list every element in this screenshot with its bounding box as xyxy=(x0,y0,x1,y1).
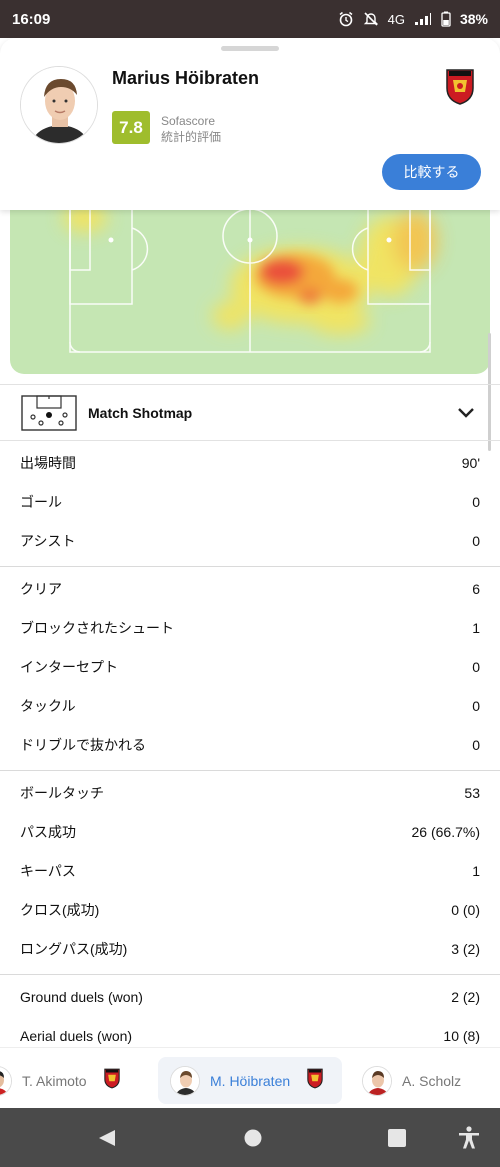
stat-label: ロングパス(成功) xyxy=(20,940,128,957)
rating-subtitle: 統計的評価 xyxy=(161,130,222,144)
stat-row: タックル 0 xyxy=(0,686,500,725)
stat-row: ボールタッチ 53 xyxy=(0,773,500,812)
heatmap xyxy=(10,196,490,374)
network-type: 4G xyxy=(387,11,405,27)
status-bar: 16:09 4G 38% xyxy=(0,0,500,38)
player-tab-akimoto[interactable]: T. Akimoto xyxy=(0,1057,121,1104)
player-tab-hoibraten[interactable]: M. Höibraten xyxy=(158,1057,342,1104)
stat-row: インターセプト 0 xyxy=(0,647,500,686)
stat-row: ロングパス(成功) 3 (2) xyxy=(0,929,500,968)
stat-label: アシスト xyxy=(20,532,76,549)
compare-button[interactable]: 比較する xyxy=(382,154,481,190)
stat-label: クリア xyxy=(20,580,62,597)
status-time: 16:09 xyxy=(12,10,51,28)
stat-row: アシスト 0 xyxy=(0,521,500,560)
stat-value: 1 xyxy=(472,862,480,879)
stat-row: クリア 6 xyxy=(0,569,500,608)
shotmap-title: Match Shotmap xyxy=(88,405,193,421)
club-badge xyxy=(103,1067,121,1094)
rating-badge: 7.8 xyxy=(112,111,150,144)
stat-value: 90' xyxy=(461,454,480,471)
rating-source: Sofascore xyxy=(161,114,216,128)
stat-value: 0 xyxy=(472,736,480,753)
avatar xyxy=(0,1065,12,1096)
stat-label: キーパス xyxy=(20,862,76,879)
stat-value: 0 xyxy=(472,493,480,510)
stat-row: パス成功 26 (66.7%) xyxy=(0,812,500,851)
battery-percent: 38% xyxy=(459,11,488,27)
stat-group: ボールタッチ 53 パス成功 26 (66.7%) キーパス 1 クロス(成功) 0 (0) ロ… xyxy=(0,771,500,975)
player-tab-bar: T. Akimoto M. Höibraten A. Scholz xyxy=(0,1047,500,1108)
stat-value: 26 (66.7%) xyxy=(411,823,480,840)
stat-value: 53 xyxy=(464,784,480,801)
stat-label: インターセプト xyxy=(20,658,118,675)
stat-label: ドリブルで抜かれる xyxy=(20,736,146,753)
recents-icon[interactable] xyxy=(388,1129,406,1147)
stat-row: 出場時間 90' xyxy=(0,443,500,482)
player-name: Marius Höibraten xyxy=(112,68,260,88)
back-icon[interactable] xyxy=(97,1128,117,1148)
club-badge[interactable] xyxy=(444,66,476,111)
chevron-down-icon[interactable] xyxy=(457,406,475,425)
player-header: Marius Höibraten 7.8 Sofascore 統計的評価 比較す… xyxy=(0,38,500,210)
stat-group: クリア 6 ブロックされたシュート 1 インターセプト 0 タックル 0 ドリブルで抜かれる 0 xyxy=(0,567,500,771)
stat-value: 2 (2) xyxy=(451,988,480,1005)
player-tab-scholz[interactable]: A. Scholz xyxy=(362,1057,461,1104)
stat-value: 3 (2) xyxy=(451,940,480,957)
stat-row: クロス(成功) 0 (0) xyxy=(0,890,500,929)
stat-group: 出場時間 90' ゴール 0 アシスト 0 xyxy=(0,441,500,567)
mute-icon xyxy=(363,11,379,27)
stat-row: キーパス 1 xyxy=(0,851,500,890)
stat-row: Ground duels (won) 2 (2) xyxy=(0,977,500,1016)
stat-value: 1 xyxy=(472,619,480,636)
stat-label: パス成功 xyxy=(20,823,76,840)
player-tab-label: T. Akimoto xyxy=(22,1072,87,1089)
avatar xyxy=(170,1065,200,1096)
signal-icon xyxy=(414,12,432,26)
stat-label: 出場時間 xyxy=(20,454,76,471)
accessibility-icon[interactable] xyxy=(458,1126,480,1150)
club-badge xyxy=(306,1067,324,1094)
shotmap-icon xyxy=(21,395,77,436)
stat-value: 10 (8) xyxy=(443,1027,480,1044)
stat-row: ドリブルで抜かれる 0 xyxy=(0,725,500,764)
avatar xyxy=(362,1065,392,1096)
stat-value: 0 xyxy=(472,697,480,714)
stat-label: タックル xyxy=(20,697,76,714)
stats-list: 出場時間 90' ゴール 0 アシスト 0 クリア 6 ブロックされたシュート 1 インターセプト 0… xyxy=(0,441,500,1062)
match-shotmap-row[interactable]: Match Shotmap xyxy=(0,384,500,441)
stat-row: ゴール 0 xyxy=(0,482,500,521)
stat-row: ブロックされたシュート 1 xyxy=(0,608,500,647)
system-nav-bar xyxy=(0,1108,500,1167)
stat-label: Ground duels (won) xyxy=(20,988,143,1005)
stat-label: ブロックされたシュート xyxy=(20,619,174,636)
player-avatar xyxy=(20,66,98,144)
player-tab-label: A. Scholz xyxy=(402,1072,462,1089)
stat-label: ゴール xyxy=(20,493,62,510)
alarm-icon xyxy=(338,11,354,27)
stat-value: 0 xyxy=(472,532,480,549)
stat-label: Aerial duels (won) xyxy=(20,1027,133,1044)
stat-label: ボールタッチ xyxy=(20,784,104,801)
stat-label: クロス(成功) xyxy=(20,901,100,918)
stat-value: 0 xyxy=(472,658,480,675)
sheet-grabber[interactable] xyxy=(221,46,279,51)
home-icon[interactable] xyxy=(244,1129,262,1147)
battery-icon xyxy=(441,11,451,27)
stat-value: 0 (0) xyxy=(451,901,480,918)
stat-value: 6 xyxy=(472,580,480,597)
player-tab-label: M. Höibraten xyxy=(210,1072,291,1089)
